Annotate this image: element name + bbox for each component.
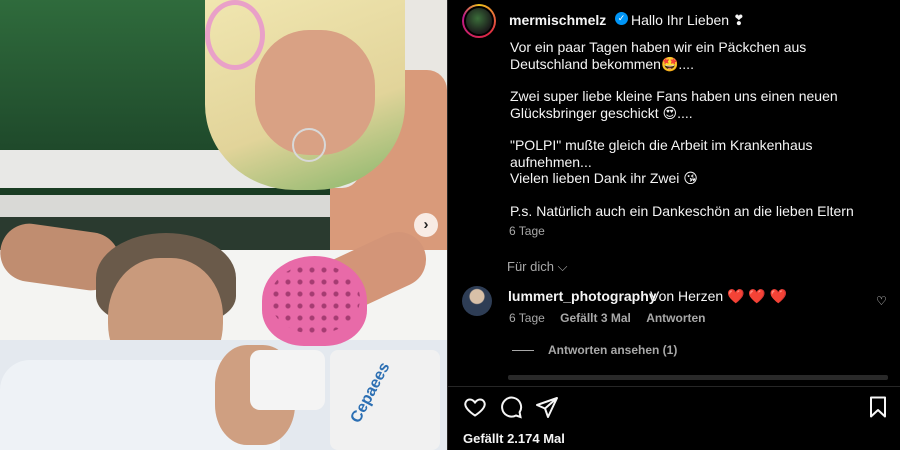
comment-meta: 6 Tage Gefällt 3 Mal Antworten xyxy=(509,311,718,325)
post-side-panel: mermischmelz ✓ Hallo Ihr Lieben ❣ Vor ei… xyxy=(447,0,900,450)
caption-first-line: Hallo Ihr Lieben ❣ xyxy=(631,12,745,28)
commenter-avatar[interactable] xyxy=(462,286,492,316)
caption-paragraph: Vielen lieben Dank ihr Zwei 😘 xyxy=(510,170,698,186)
replies-divider xyxy=(512,350,534,352)
view-replies-label: Antworten ansehen (1) xyxy=(548,343,678,357)
comment-hearts: ❤️ ❤️ ❤️ xyxy=(727,288,788,304)
translation-toggle[interactable]: Für dich ⌵ xyxy=(507,259,567,275)
bookmark-icon[interactable] xyxy=(866,395,890,419)
action-bar: Gefällt 2.174 Mal xyxy=(448,386,900,450)
comment-text-body: Von Herzen xyxy=(650,288,724,304)
caption-paragraph: Zwei super liebe kleine Fans haben uns e… xyxy=(510,88,838,121)
comment-username[interactable]: lummert_photography xyxy=(508,288,657,304)
photo-sunglasses xyxy=(205,0,265,70)
post-timestamp[interactable]: 6 Tage xyxy=(509,224,545,238)
post-header: mermischmelz ✓ Hallo Ihr Lieben ❣ xyxy=(462,4,892,40)
view-replies-button[interactable]: Antworten ansehen (1) xyxy=(512,343,677,357)
caption-paragraph: P.s. Natürlich auch ein Dankeschön an di… xyxy=(510,203,854,219)
comment-text: Von Herzen ❤️ ❤️ ❤️ xyxy=(650,288,787,305)
next-comment-partial xyxy=(508,375,888,385)
carousel-next-button[interactable]: › xyxy=(414,213,438,237)
comment-like-icon[interactable]: ♡ xyxy=(876,294,887,308)
comment-like-count[interactable]: Gefällt 3 Mal xyxy=(560,311,631,325)
photo-earring xyxy=(292,128,326,162)
caption-paragraph: "POLPI" mußte gleich die Arbeit im Krank… xyxy=(510,137,813,170)
comment-icon[interactable] xyxy=(499,395,523,419)
caption-paragraph: Vor ein paar Tagen haben wir ein Päckche… xyxy=(510,39,807,72)
photo-octopus-toy-pattern xyxy=(270,264,360,334)
post-like-count[interactable]: Gefällt 2.174 Mal xyxy=(463,431,565,446)
verified-badge-icon: ✓ xyxy=(615,12,628,25)
author-username[interactable]: mermischmelz xyxy=(509,12,606,28)
share-icon[interactable] xyxy=(535,395,559,419)
comment-reply-button[interactable]: Antworten xyxy=(646,311,705,325)
author-avatar[interactable] xyxy=(462,4,496,38)
heart-icon[interactable] xyxy=(463,395,487,419)
photo-bed-rail-lower xyxy=(0,195,330,217)
comment-timestamp[interactable]: 6 Tage xyxy=(509,311,545,325)
photo-bandage xyxy=(250,350,325,410)
post-photo: Cepaees › xyxy=(0,0,447,450)
